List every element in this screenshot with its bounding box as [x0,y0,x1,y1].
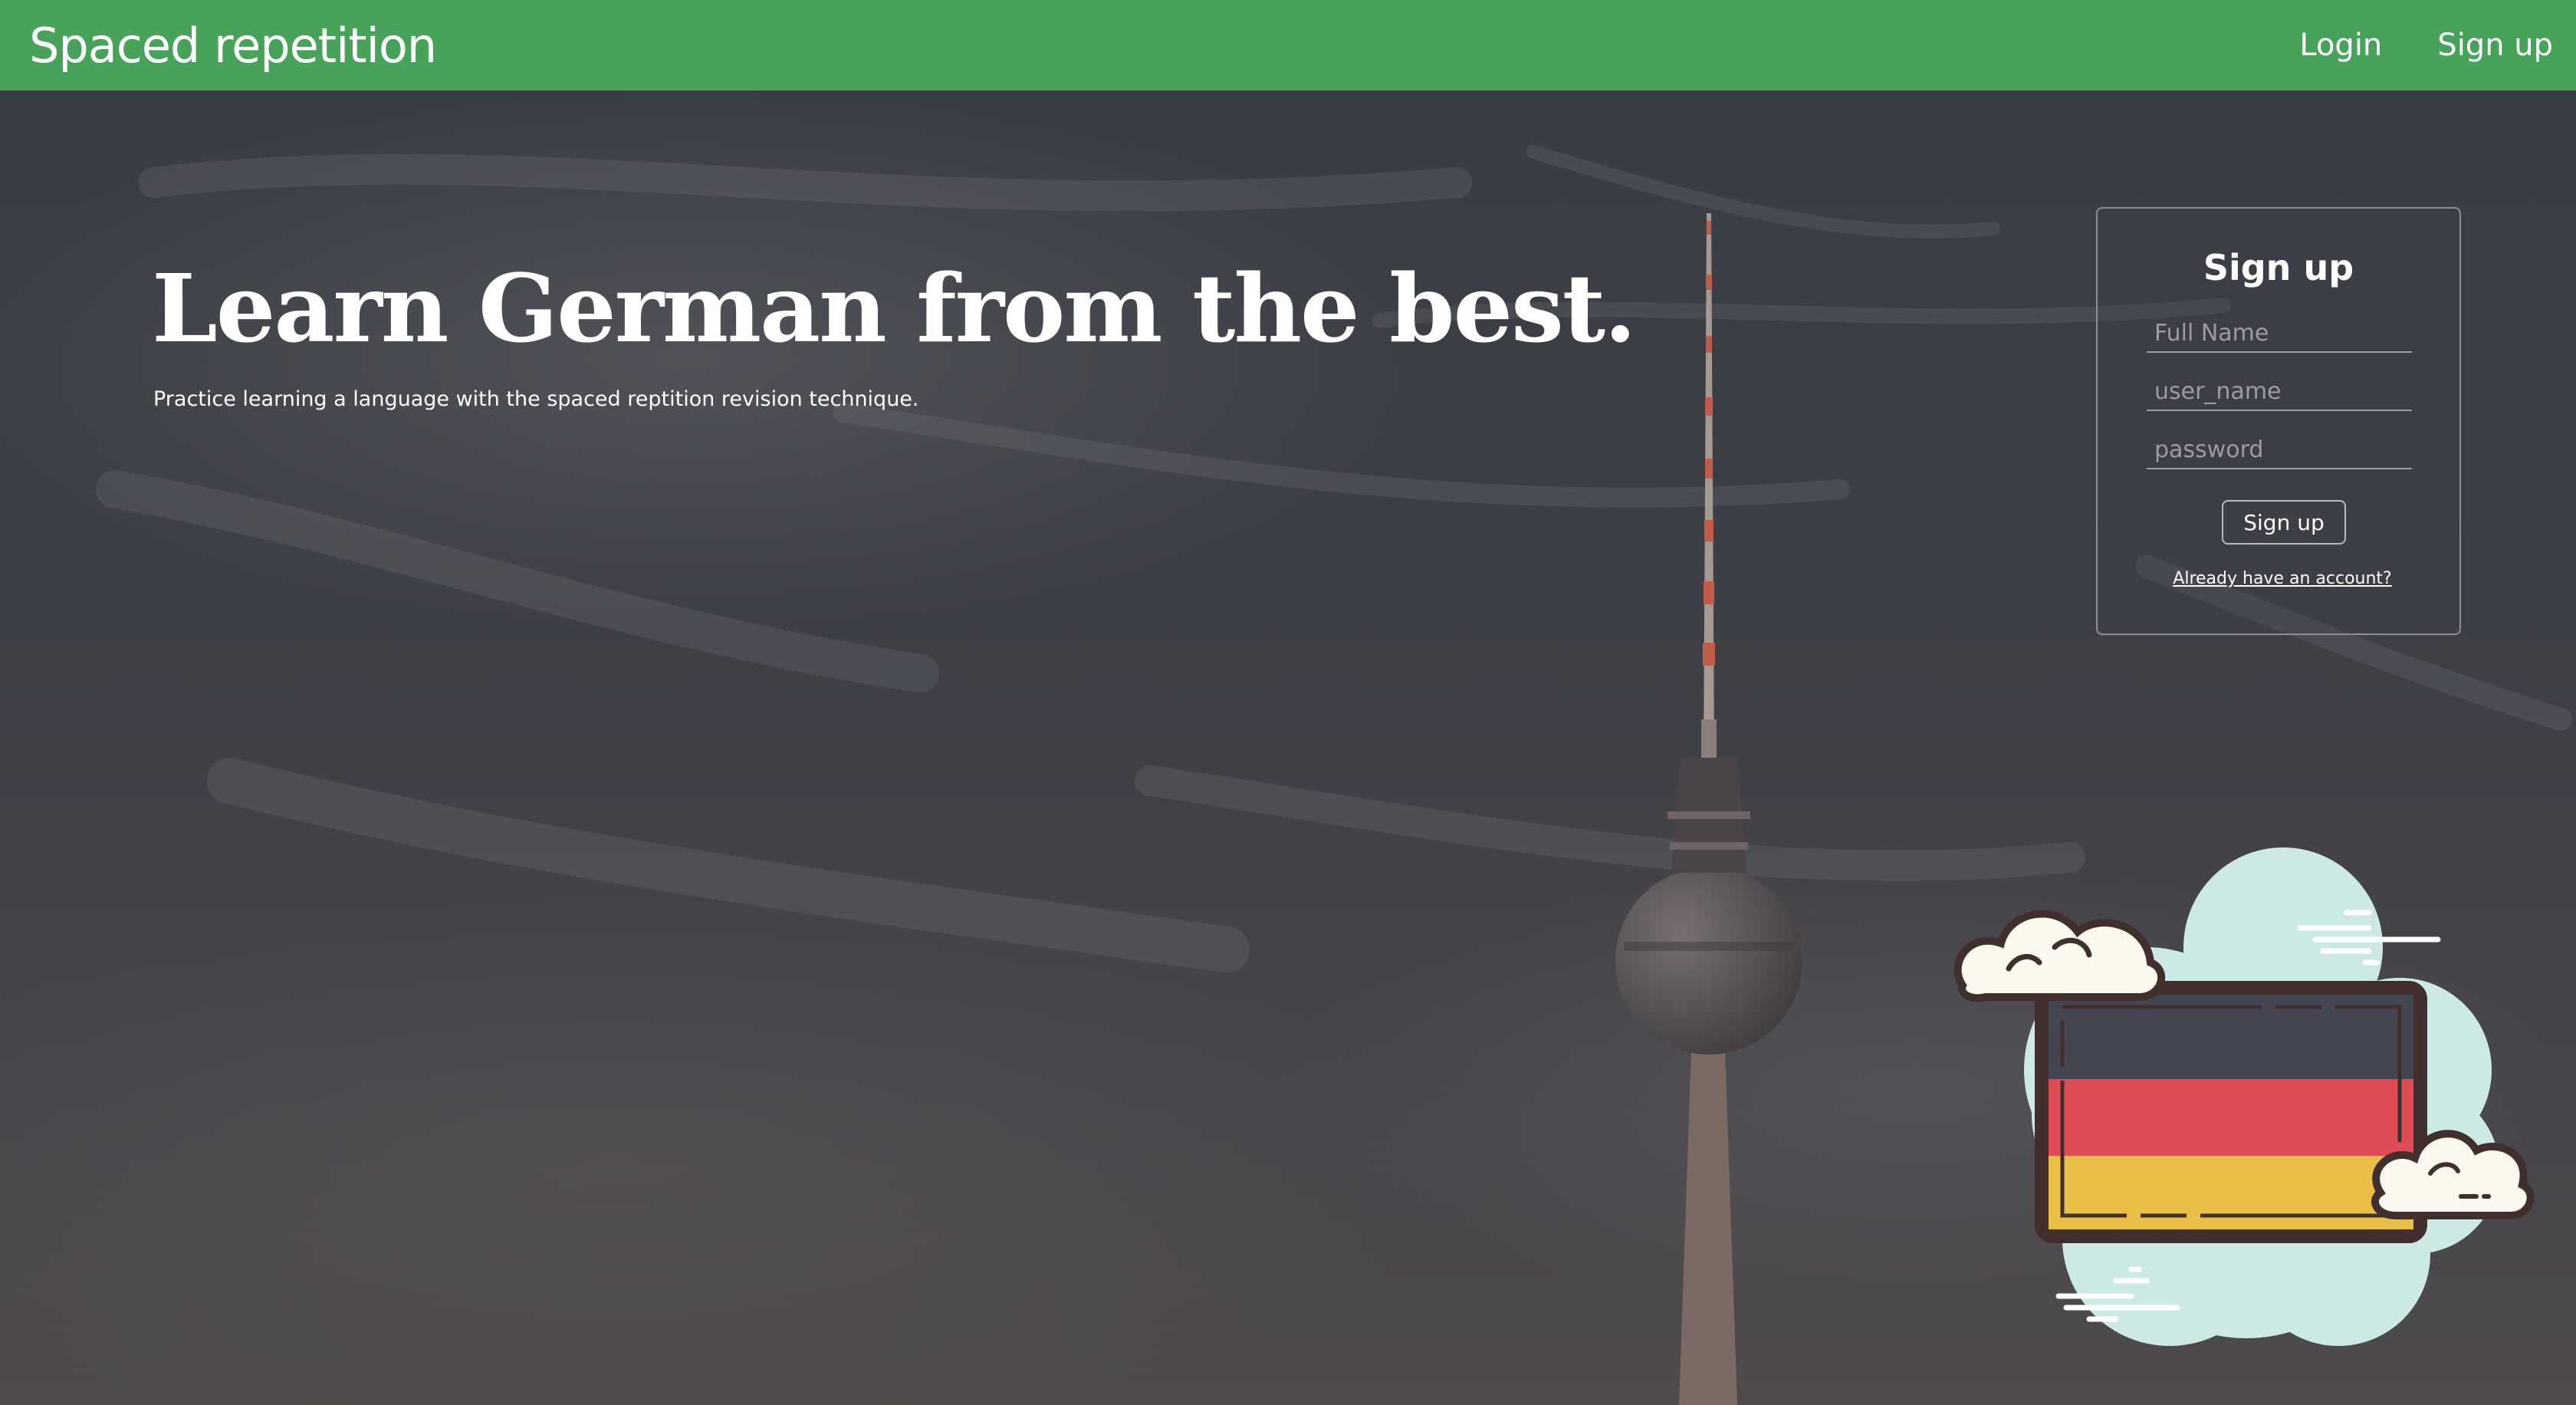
brand-logo-link[interactable]: Spaced repetition [29,18,437,74]
username-input[interactable] [2147,373,2412,411]
signup-submit-button[interactable]: Sign up [2222,500,2346,545]
signup-form: Sign up Sign up Already have an account? [2096,207,2461,635]
hero-subtitle: Practice learning a language with the sp… [153,387,919,411]
nav-login-link[interactable]: Login [2299,28,2382,63]
top-navbar: Spaced repetition Login Sign up [0,0,2576,90]
hero-headline: Learn German from the best. [152,253,1637,364]
landing-page: Spaced repetition Login Sign up Learn Ge… [0,0,2576,1405]
signup-form-title: Sign up [2203,247,2354,288]
full-name-input[interactable] [2147,314,2412,353]
german-flag-clouds-icon [1953,847,2535,1346]
password-input[interactable] [2147,431,2412,469]
already-have-account-link[interactable]: Already have an account? [2098,569,2459,588]
nav-signup-link[interactable]: Sign up [2437,28,2553,63]
nav-links: Login Sign up [2299,28,2553,63]
tv-tower-icon [1615,213,1802,1405]
